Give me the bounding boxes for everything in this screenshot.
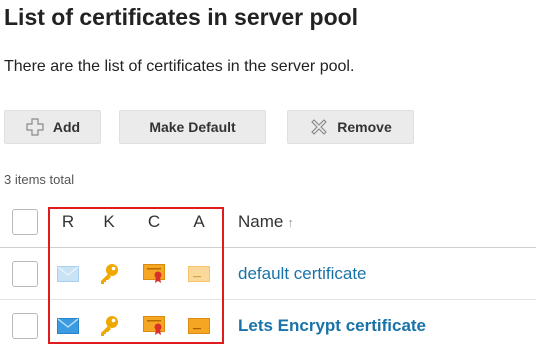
envelope-icon bbox=[55, 314, 81, 338]
items-total: 3 items total bbox=[4, 172, 75, 187]
column-header-a: A bbox=[193, 212, 205, 231]
ca-certificate-icon-faded bbox=[186, 262, 212, 286]
page-description: There are the list of certificates in th… bbox=[4, 58, 355, 75]
select-all-checkbox[interactable] bbox=[12, 209, 38, 235]
remove-button-label: Remove bbox=[337, 119, 392, 135]
remove-button[interactable]: Remove bbox=[287, 110, 414, 144]
sort-ascending-icon: ↑ bbox=[287, 215, 294, 230]
table-row: Lets Encrypt certificate bbox=[0, 300, 536, 352]
row-checkbox[interactable] bbox=[12, 261, 38, 287]
table-row: default certificate bbox=[0, 248, 536, 300]
certificate-icon bbox=[141, 262, 167, 286]
page-title: List of certificates in server pool bbox=[4, 4, 359, 30]
certificate-name-link[interactable]: Lets Encrypt certificate bbox=[238, 316, 426, 336]
key-icon bbox=[96, 262, 122, 286]
key-icon bbox=[96, 314, 122, 338]
certificate-name-link[interactable]: default certificate bbox=[238, 264, 367, 284]
column-header-k: K bbox=[103, 212, 115, 231]
column-header-r: R bbox=[61, 212, 75, 231]
add-button[interactable]: Add bbox=[4, 110, 101, 144]
make-default-button-label: Make Default bbox=[149, 119, 236, 135]
envelope-icon-faded bbox=[55, 262, 81, 286]
column-header-name[interactable]: Name ↑ bbox=[238, 212, 294, 232]
certificate-icon bbox=[141, 314, 167, 338]
column-header-name-label: Name bbox=[238, 212, 284, 231]
row-checkbox[interactable] bbox=[12, 313, 38, 339]
make-default-button[interactable]: Make Default bbox=[119, 110, 266, 144]
add-button-label: Add bbox=[52, 119, 81, 135]
column-header-c: C bbox=[147, 212, 161, 231]
remove-x-icon bbox=[309, 117, 329, 137]
ca-certificate-icon bbox=[186, 314, 212, 338]
table-header-row: R K C A Name ↑ bbox=[0, 196, 536, 248]
plus-icon bbox=[25, 117, 45, 137]
